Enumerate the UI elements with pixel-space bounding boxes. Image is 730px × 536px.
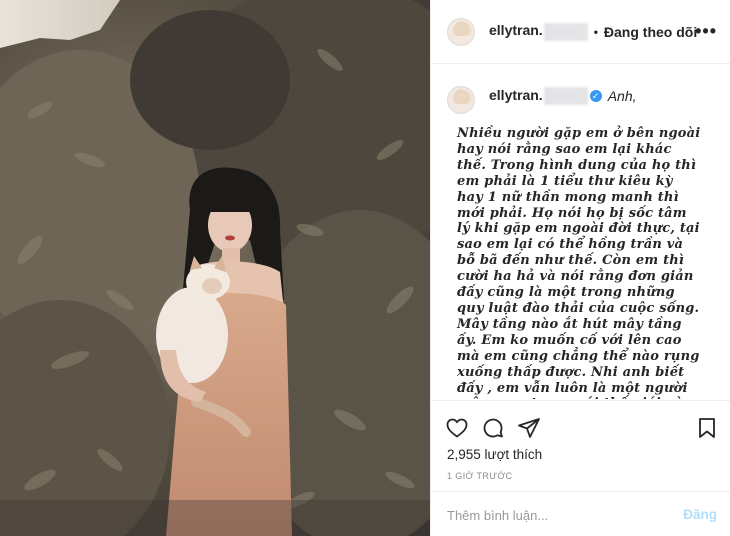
comments-scroll-area[interactable]: ellytran. ✓ Anh, Nhiều người gặp em ở bê… (431, 65, 730, 399)
author-username-text[interactable]: ellytran. (489, 22, 543, 38)
caption: ellytran. ✓ Anh, (447, 85, 717, 114)
add-comment-bar: Đăng (431, 491, 730, 536)
post-actions: 2,955 lượt thích 1 GIỜ TRƯỚC Đăng (431, 400, 730, 532)
post-photo[interactable] (0, 0, 430, 536)
heart-icon[interactable] (445, 416, 469, 445)
author-avatar[interactable] (447, 17, 475, 46)
caption-prefix: Anh, (607, 88, 637, 104)
caption-header: ellytran. ✓ Anh, (489, 85, 637, 107)
caption-text: Nhiều người gặp em ở bên ngoài hay nói r… (457, 126, 701, 399)
more-options-icon[interactable]: ••• (695, 22, 717, 40)
post-side-panel: ellytran. • Đang theo dõi ••• ellytran. … (430, 0, 730, 536)
verified-badge-icon: ✓ (589, 90, 602, 102)
caption-username-text[interactable]: ellytran. (489, 87, 543, 103)
username-blur (543, 22, 588, 41)
comment-icon[interactable] (481, 416, 505, 445)
share-icon[interactable] (517, 416, 541, 445)
like-count[interactable]: 2,955 lượt thích (447, 447, 542, 462)
follow-status-button[interactable]: Đang theo dõi (604, 24, 697, 40)
post-timestamp[interactable]: 1 GIỜ TRƯỚC (447, 471, 512, 481)
comment-input[interactable] (447, 506, 647, 524)
caption-username[interactable]: ellytran. (489, 87, 588, 106)
caption-username-blur (543, 87, 588, 106)
post-comment-button[interactable]: Đăng (683, 507, 717, 522)
header-separator: • (593, 24, 598, 39)
post-header: ellytran. • Đang theo dõi ••• (431, 0, 730, 64)
photo-illustration (0, 0, 430, 536)
author-username[interactable]: ellytran. (489, 22, 588, 41)
caption-avatar[interactable] (447, 86, 475, 114)
bookmark-icon[interactable] (695, 416, 719, 445)
